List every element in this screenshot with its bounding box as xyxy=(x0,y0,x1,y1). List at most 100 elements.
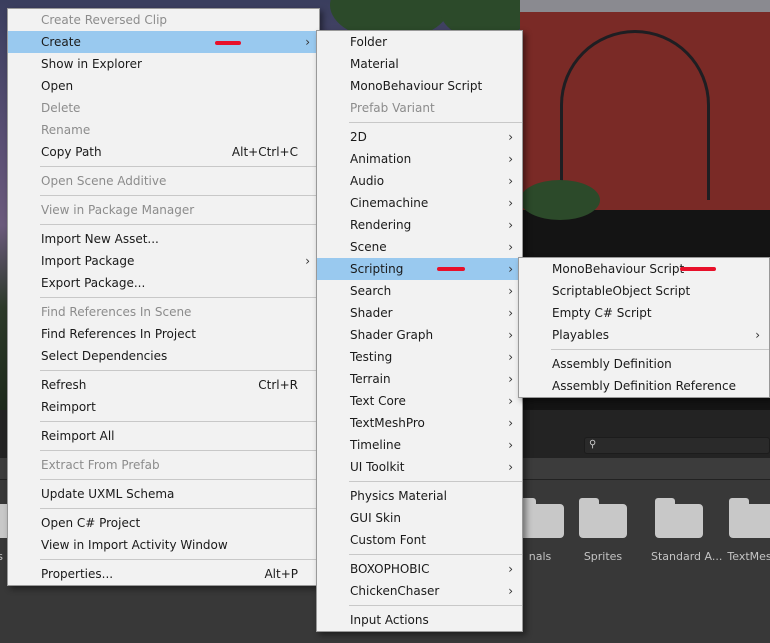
menu-item-select-dependencies[interactable]: Select Dependencies xyxy=(8,345,319,367)
menu-item-label: MonoBehaviour Script xyxy=(552,262,685,276)
create-item-ui-toolkit[interactable]: UI Toolkit › xyxy=(317,456,522,478)
menu-separator xyxy=(8,476,319,483)
menu-item-reimport-all[interactable]: Reimport All xyxy=(8,425,319,447)
folder-icon xyxy=(516,498,564,538)
chevron-right-icon: › xyxy=(508,174,513,188)
create-item-chickenchaser[interactable]: ChickenChaser › xyxy=(317,580,522,602)
menu-item-properties[interactable]: Properties... Alt+P xyxy=(8,563,319,585)
menu-item-label: Empty C# Script xyxy=(552,306,652,320)
menu-separator xyxy=(8,556,319,563)
create-item-scripting[interactable]: Scripting › xyxy=(317,258,522,280)
asset-label: Sprites xyxy=(583,550,623,563)
menu-item-shortcut: Alt+Ctrl+C xyxy=(231,145,298,159)
scripting-item-assembly-definition-reference[interactable]: Assembly Definition Reference xyxy=(519,375,769,397)
scripting-item-assembly-definition[interactable]: Assembly Definition xyxy=(519,353,769,375)
create-item-input-actions[interactable]: Input Actions xyxy=(317,609,522,631)
create-item-testing[interactable]: Testing › xyxy=(317,346,522,368)
create-item-textmeshpro[interactable]: TextMeshPro › xyxy=(317,412,522,434)
menu-item-label: Custom Font xyxy=(350,533,426,547)
project-search-input[interactable]: ⚲ xyxy=(584,437,770,454)
create-item-custom-font[interactable]: Custom Font xyxy=(317,529,522,551)
folder-icon xyxy=(655,498,703,538)
menu-item-label: View in Package Manager xyxy=(41,203,195,217)
menu-item-export-package[interactable]: Export Package... xyxy=(8,272,319,294)
create-item-material[interactable]: Material xyxy=(317,53,522,75)
menu-item-label: Shader xyxy=(350,306,393,320)
create-item-text-core[interactable]: Text Core › xyxy=(317,390,522,412)
create-item-physics-material[interactable]: Physics Material xyxy=(317,485,522,507)
menu-item-shortcut: Ctrl+R xyxy=(258,378,298,392)
menu-item-label: Assembly Definition xyxy=(552,357,672,371)
menu-item-label: MonoBehaviour Script xyxy=(350,79,483,93)
chevron-right-icon: › xyxy=(508,438,513,452)
menu-separator xyxy=(317,478,522,485)
menu-item-update-uxml-schema[interactable]: Update UXML Schema xyxy=(8,483,319,505)
create-item-monobehaviour-script[interactable]: MonoBehaviour Script xyxy=(317,75,522,97)
create-item-audio[interactable]: Audio › xyxy=(317,170,522,192)
chevron-right-icon: › xyxy=(508,372,513,386)
asset-folder[interactable]: Standard A... xyxy=(651,498,723,563)
menu-item-label: Terrain xyxy=(350,372,391,386)
create-item-animation[interactable]: Animation › xyxy=(317,148,522,170)
menu-item-create-reversed-clip: Create Reversed Clip xyxy=(8,9,319,31)
menu-item-reimport[interactable]: Reimport xyxy=(8,396,319,418)
menu-item-open[interactable]: Open xyxy=(8,75,319,97)
create-item-shader[interactable]: Shader › xyxy=(317,302,522,324)
create-item-scene[interactable]: Scene › xyxy=(317,236,522,258)
menu-item-label: Scripting xyxy=(350,262,404,276)
chevron-right-icon: › xyxy=(508,416,513,430)
scripting-item-playables[interactable]: Playables › xyxy=(519,324,769,346)
menu-item-label: Text Core xyxy=(350,394,406,408)
create-item-boxophobic[interactable]: BOXOPHOBIC › xyxy=(317,558,522,580)
menu-separator xyxy=(8,505,319,512)
menu-item-label: Folder xyxy=(350,35,388,49)
menu-item-label: Open xyxy=(41,79,74,93)
chevron-right-icon: › xyxy=(508,284,513,298)
create-item-2d[interactable]: 2D › xyxy=(317,126,522,148)
chevron-right-icon: › xyxy=(508,240,513,254)
create-item-search[interactable]: Search › xyxy=(317,280,522,302)
menu-item-import-package[interactable]: Import Package › xyxy=(8,250,319,272)
create-item-shader-graph[interactable]: Shader Graph › xyxy=(317,324,522,346)
chevron-right-icon: › xyxy=(508,460,513,474)
create-item-gui-skin[interactable]: GUI Skin xyxy=(317,507,522,529)
menu-item-copy-path[interactable]: Copy Path Alt+Ctrl+C xyxy=(8,141,319,163)
menu-item-label: Rendering xyxy=(350,218,412,232)
menu-separator xyxy=(8,221,319,228)
asset-folder[interactable]: Sprites xyxy=(575,498,631,563)
create-item-terrain[interactable]: Terrain › xyxy=(317,368,522,390)
asset-label: Standard A... xyxy=(651,550,723,563)
menu-item-shortcut: Alt+P xyxy=(264,567,298,581)
menu-separator xyxy=(8,192,319,199)
menu-item-find-references-in-project[interactable]: Find References In Project xyxy=(8,323,319,345)
menu-item-create[interactable]: Create › xyxy=(8,31,319,53)
menu-item-show-in-explorer[interactable]: Show in Explorer xyxy=(8,53,319,75)
menu-item-label: Timeline xyxy=(350,438,402,452)
create-item-timeline[interactable]: Timeline › xyxy=(317,434,522,456)
create-item-cinemachine[interactable]: Cinemachine › xyxy=(317,192,522,214)
menu-item-open-c-project[interactable]: Open C# Project xyxy=(8,512,319,534)
create-item-rendering[interactable]: Rendering › xyxy=(317,214,522,236)
menu-item-label: Copy Path xyxy=(41,145,102,159)
scripting-item-scriptableobject-script[interactable]: ScriptableObject Script xyxy=(519,280,769,302)
menu-item-label: Export Package... xyxy=(41,276,146,290)
scripting-item-empty-c-script[interactable]: Empty C# Script xyxy=(519,302,769,324)
scene-building-roof xyxy=(520,0,770,12)
menu-item-label: Delete xyxy=(41,101,81,115)
asset-folder[interactable]: TextMesh xyxy=(725,498,770,563)
menu-item-label: 2D xyxy=(350,130,367,144)
menu-separator xyxy=(8,163,319,170)
menu-item-label: Open Scene Additive xyxy=(41,174,167,188)
context-menu-assets: Create Reversed Clip Create › Show in Explo… xyxy=(7,8,320,586)
scripting-item-monobehaviour-script[interactable]: MonoBehaviour Script xyxy=(519,258,769,280)
menu-item-import-new-asset[interactable]: Import New Asset... xyxy=(8,228,319,250)
chevron-right-icon: › xyxy=(508,328,513,342)
menu-item-rename: Rename xyxy=(8,119,319,141)
menu-item-refresh[interactable]: Refresh Ctrl+R xyxy=(8,374,319,396)
chevron-right-icon: › xyxy=(508,394,513,408)
menu-item-label: Reimport xyxy=(41,400,96,414)
menu-item-label: Search xyxy=(350,284,392,298)
menu-item-label: Update UXML Schema xyxy=(41,487,175,501)
create-item-folder[interactable]: Folder xyxy=(317,31,522,53)
menu-item-view-in-import-activity-window[interactable]: View in Import Activity Window xyxy=(8,534,319,556)
